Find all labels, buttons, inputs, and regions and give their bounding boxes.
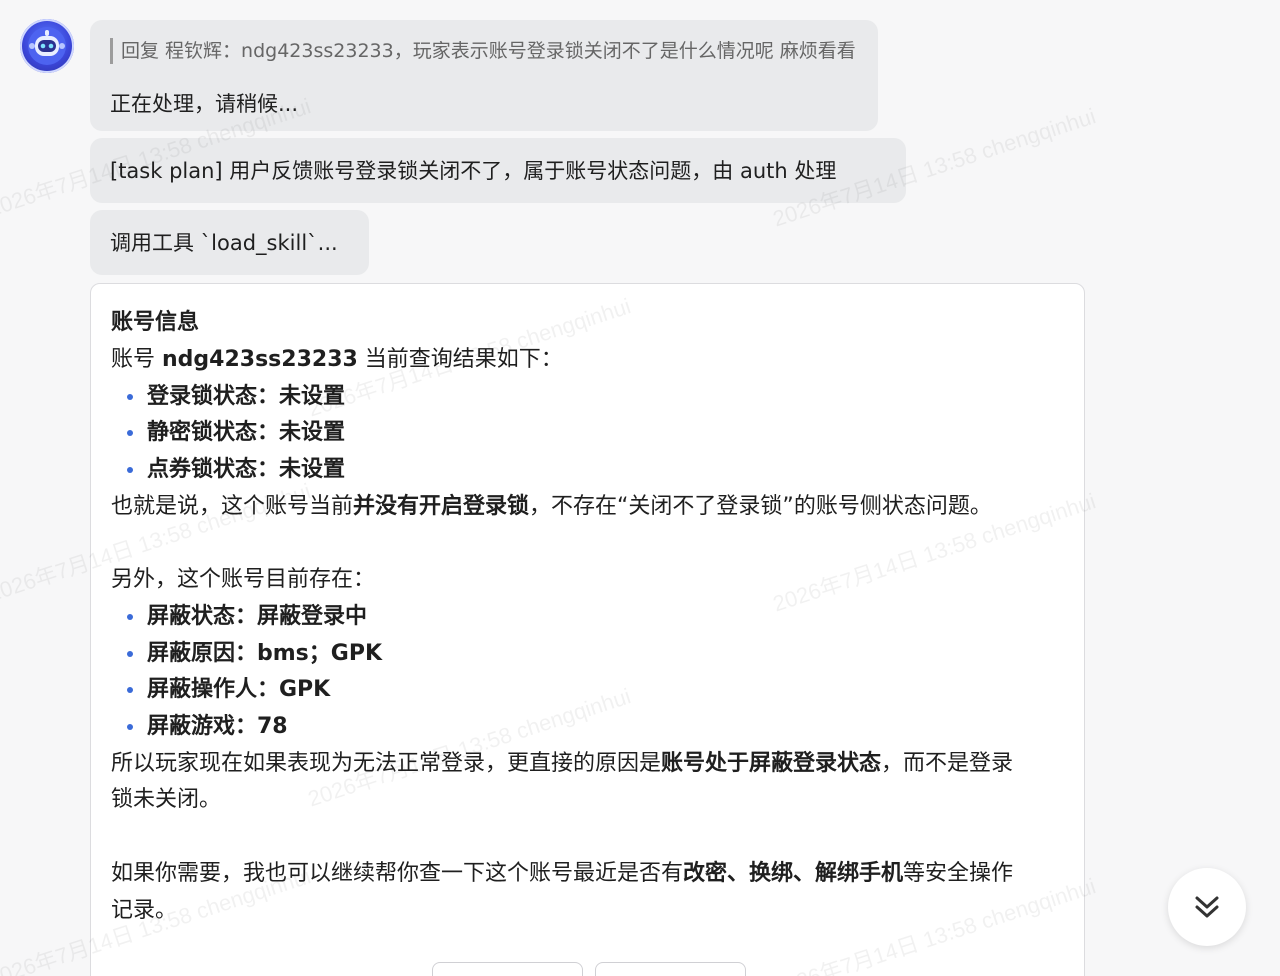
- reason-line-2: 锁未关闭。: [111, 787, 222, 812]
- reason-prefix: 所以玩家现在如果表现为无法正常登录，更直接的原因是: [111, 751, 662, 776]
- also-line: 另外，这个账号目前存在：: [111, 567, 376, 592]
- intro-line: 账号 ndg423ss23233 当前查询结果如下：: [111, 345, 563, 375]
- scroll-to-bottom-button[interactable]: [1168, 868, 1246, 946]
- offer-suffix: 等安全操作: [903, 861, 1014, 886]
- chat-page: 回复 程钦辉：ndg423ss23233，玩家表示账号登录锁关闭不了是什么情况呢…: [0, 0, 1280, 976]
- offer-prefix: 如果你需要，我也可以继续帮你查一下这个账号最近是否有: [111, 861, 684, 886]
- list-item: 静密锁状态：未设置: [147, 420, 346, 445]
- task-plan-bubble: [task plan] 用户反馈账号登录锁关闭不了，属于账号状态问题，由 aut…: [90, 138, 906, 203]
- list-item: 屏蔽原因：bms；GPK: [147, 641, 382, 666]
- robot-avatar-icon: [20, 19, 74, 73]
- bullet-dot: [127, 430, 133, 436]
- reply-message-bubble: 回复 程钦辉：ndg423ss23233，玩家表示账号登录锁关闭不了是什么情况呢…: [90, 20, 878, 131]
- summary-bold: 并没有开启登录锁: [353, 494, 530, 519]
- reply-quote: 回复 程钦辉：ndg423ss23233，玩家表示账号登录锁关闭不了是什么情况呢…: [110, 38, 856, 64]
- card-action-button-1[interactable]: [432, 962, 583, 976]
- intro-prefix: 账号: [111, 347, 162, 372]
- bullet-dot: [127, 687, 133, 693]
- tool-call-text: 调用工具 `load_skill`...: [110, 230, 338, 255]
- task-plan-text: [task plan] 用户反馈账号登录锁关闭不了，属于账号状态问题，由 aut…: [110, 158, 837, 183]
- card-title: 账号信息: [111, 310, 200, 335]
- list-item: 屏蔽游戏：78: [147, 714, 288, 739]
- summary-prefix: 也就是说，这个账号当前: [111, 494, 354, 519]
- offer-line-2: 记录。: [111, 898, 178, 923]
- intro-suffix: 当前查询结果如下：: [357, 347, 563, 372]
- summary-suffix: ，不存在“关闭不了登录锁”的账号侧状态问题。: [529, 494, 992, 519]
- bullet-dot: [127, 724, 133, 730]
- reason-bold: 账号处于屏蔽登录状态: [661, 751, 882, 776]
- double-chevron-down-icon: [1195, 896, 1219, 918]
- bullet-dot: [127, 467, 133, 473]
- account-info-card: 账号信息 账号 ndg423ss23233 当前查询结果如下： 登录锁状态：未设…: [90, 283, 1085, 976]
- card-action-button-2[interactable]: [595, 962, 746, 976]
- bullet-dot: [127, 394, 133, 400]
- list-item: 登录锁状态：未设置: [147, 384, 346, 409]
- bullet-dot: [127, 614, 133, 620]
- reason-suffix: ，而不是登录: [881, 751, 1014, 776]
- bullet-dot: [127, 651, 133, 657]
- list-item: 屏蔽操作人：GPK: [147, 677, 331, 702]
- offer-bold: 改密、换绑、解绑手机: [683, 861, 904, 886]
- account-id: ndg423ss23233: [162, 347, 358, 372]
- list-item: 点券锁状态：未设置: [147, 457, 346, 482]
- offer-line: 如果你需要，我也可以继续帮你查一下这个账号最近是否有改密、换绑、解绑手机等安全操…: [111, 859, 1013, 889]
- list-item: 屏蔽状态：屏蔽登录中: [147, 604, 368, 629]
- processing-text: 正在处理，请稍候...: [110, 92, 299, 116]
- reason-line: 所以玩家现在如果表现为无法正常登录，更直接的原因是账号处于屏蔽登录状态，而不是登…: [111, 749, 1013, 779]
- tool-call-bubble: 调用工具 `load_skill`...: [90, 210, 369, 275]
- summary-line: 也就是说，这个账号当前并没有开启登录锁，不存在“关闭不了登录锁”的账号侧状态问题…: [111, 492, 992, 522]
